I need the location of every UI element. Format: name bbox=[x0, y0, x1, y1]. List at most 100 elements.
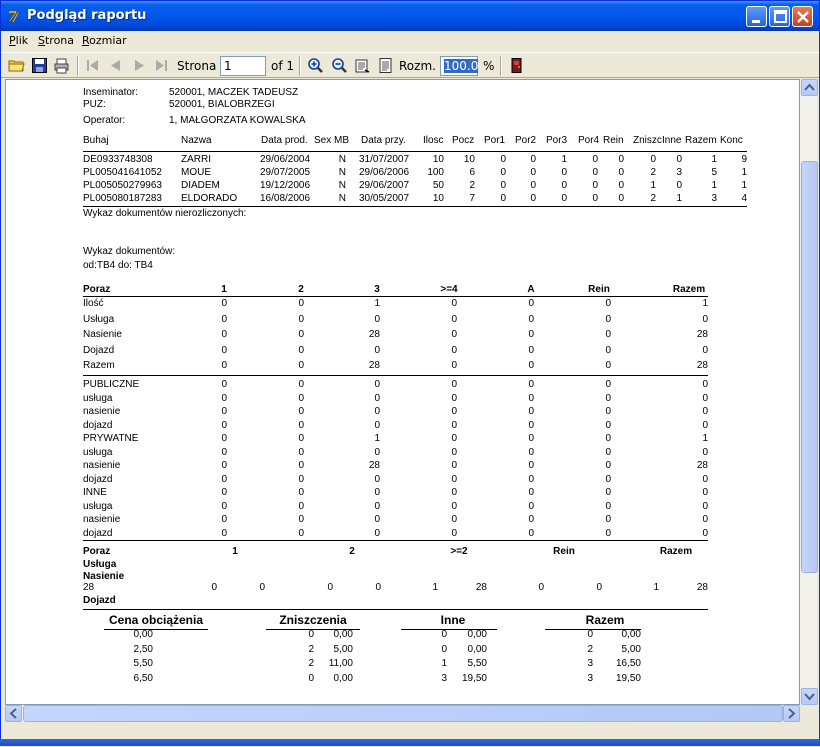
services-value: 0 bbox=[221, 360, 227, 371]
toolbar-separator bbox=[500, 56, 502, 76]
vertical-scrollbar[interactable] bbox=[800, 79, 818, 705]
arrow-right-icon bbox=[788, 708, 796, 719]
bull-value: 0 bbox=[530, 180, 536, 191]
page-width-icon[interactable] bbox=[354, 57, 371, 74]
bull-value: 10 bbox=[432, 193, 444, 204]
zoom-out-icon[interactable] bbox=[331, 57, 348, 74]
maximize-button[interactable] bbox=[769, 6, 790, 27]
services-value: 0 bbox=[374, 487, 380, 498]
bull-value: 0 bbox=[500, 180, 506, 191]
scroll-down-button[interactable] bbox=[801, 688, 818, 705]
services-column-header: Rein bbox=[588, 284, 610, 295]
services-value: 0 bbox=[221, 298, 227, 309]
services-value: 0 bbox=[298, 500, 304, 512]
services-value: 0 bbox=[528, 360, 534, 371]
services-value: 0 bbox=[374, 500, 380, 512]
services-value: 28 bbox=[696, 329, 708, 340]
close-icon bbox=[797, 11, 809, 23]
open-folder-icon[interactable] bbox=[8, 57, 25, 74]
services-value: 0 bbox=[605, 500, 611, 512]
close-button[interactable] bbox=[792, 6, 813, 27]
price-column-header: Zniszczenia bbox=[279, 613, 347, 627]
services-row-label: nasienie bbox=[83, 514, 121, 525]
services-value: 0 bbox=[221, 314, 227, 325]
save-icon[interactable] bbox=[31, 57, 48, 74]
scroll-right-button[interactable] bbox=[783, 705, 800, 722]
bull-code: PL005080187283 bbox=[83, 193, 162, 204]
services-value: 0 bbox=[605, 433, 611, 444]
previous-page-icon[interactable] bbox=[107, 57, 124, 74]
services-column-header: 3 bbox=[374, 284, 380, 295]
services-column-header: A bbox=[527, 284, 535, 295]
last-page-icon[interactable] bbox=[153, 57, 170, 74]
zoom-input[interactable]: 100.0 bbox=[440, 56, 479, 76]
header-value: 1, MAŁGORZATA KOWALSKA bbox=[169, 115, 306, 126]
services-value: 0 bbox=[298, 433, 304, 444]
bull-value: 100 bbox=[427, 167, 444, 178]
whole-page-icon[interactable] bbox=[377, 57, 394, 74]
horizontal-scroll-thumb[interactable] bbox=[23, 705, 783, 722]
summary-value: 0 bbox=[538, 582, 544, 593]
menu-rozmiar[interactable]: Rozmiar bbox=[82, 34, 127, 47]
services-value: 0 bbox=[298, 314, 304, 325]
bulls-column-header: Por4 bbox=[578, 135, 600, 146]
services-row-label: usługa bbox=[83, 500, 113, 512]
bull-value: 0 bbox=[676, 154, 682, 165]
services-value: 0 bbox=[528, 433, 534, 444]
print-icon[interactable] bbox=[53, 57, 70, 74]
bulls-column-header: Buhaj bbox=[83, 135, 109, 146]
svg-text:/: / bbox=[12, 9, 19, 24]
services-value: 0 bbox=[451, 406, 457, 417]
services-column-header: 1 bbox=[221, 284, 227, 295]
scroll-up-button[interactable] bbox=[801, 79, 818, 96]
exit-door-icon[interactable] bbox=[508, 57, 525, 74]
bulls-column-header: Konc bbox=[720, 135, 743, 146]
report-page[interactable]: Inseminator: 520001, MACZEK TADEUSZ PUZ: 52… bbox=[5, 79, 800, 705]
scroll-left-button[interactable] bbox=[5, 705, 22, 722]
bulls-column-header: Por3 bbox=[546, 135, 568, 146]
page-number-input[interactable]: 1 bbox=[220, 56, 266, 76]
next-page-icon[interactable] bbox=[131, 57, 148, 74]
minimize-button[interactable] bbox=[746, 6, 767, 27]
bulls-column-header: Ilosc bbox=[423, 135, 444, 146]
summary-value: 0 bbox=[596, 582, 602, 593]
summary-column-header: Rein bbox=[553, 546, 575, 557]
services-value: 0 bbox=[451, 379, 457, 390]
price-value: 5,00 bbox=[333, 643, 353, 655]
bull-value: 0 bbox=[530, 154, 536, 165]
services-value: 0 bbox=[528, 329, 534, 340]
bull-name: DIADEM bbox=[181, 180, 220, 191]
menu-plik[interactable]: Plik bbox=[9, 34, 28, 47]
services-value: 0 bbox=[605, 329, 611, 340]
services-header-divider bbox=[83, 296, 708, 297]
arrow-up-icon bbox=[804, 83, 815, 91]
services-value: 0 bbox=[451, 419, 457, 431]
menu-strona[interactable]: Strona bbox=[38, 34, 74, 47]
first-page-icon[interactable] bbox=[84, 57, 101, 74]
summary-value: 28 bbox=[475, 582, 487, 593]
zoom-unit-label: % bbox=[483, 59, 495, 73]
services-row-label: Dojazd bbox=[83, 345, 115, 356]
services-value: 0 bbox=[528, 460, 534, 471]
vertical-scroll-thumb[interactable] bbox=[801, 161, 818, 573]
price-column-header: Inne bbox=[440, 613, 466, 627]
bull-value: 7 bbox=[469, 193, 475, 204]
bull-code: PL005050279963 bbox=[83, 180, 162, 191]
services-value: 0 bbox=[221, 487, 227, 498]
zoom-in-icon[interactable] bbox=[307, 57, 324, 74]
report-preview-window: 7 / Podgląd raportu Plik Strona Rozmiar … bbox=[0, 0, 820, 747]
services-value: 0 bbox=[702, 487, 708, 498]
title-bar[interactable]: 7 / Podgląd raportu bbox=[1, 1, 819, 31]
bull-value: 0 bbox=[500, 154, 506, 165]
bulls-footer-divider bbox=[83, 206, 747, 207]
services-value: 0 bbox=[451, 473, 457, 485]
services-value: 0 bbox=[221, 329, 227, 340]
services-value: 0 bbox=[451, 514, 457, 525]
services-value: 0 bbox=[605, 527, 611, 539]
services-value: 0 bbox=[702, 500, 708, 512]
horizontal-scrollbar[interactable] bbox=[5, 705, 800, 722]
header-value: 520001, BIALOBRZEGI bbox=[169, 99, 275, 110]
services-value: 0 bbox=[528, 446, 534, 458]
toolbar-separator bbox=[77, 56, 79, 76]
menu-bar: Plik Strona Rozmiar bbox=[1, 31, 819, 51]
